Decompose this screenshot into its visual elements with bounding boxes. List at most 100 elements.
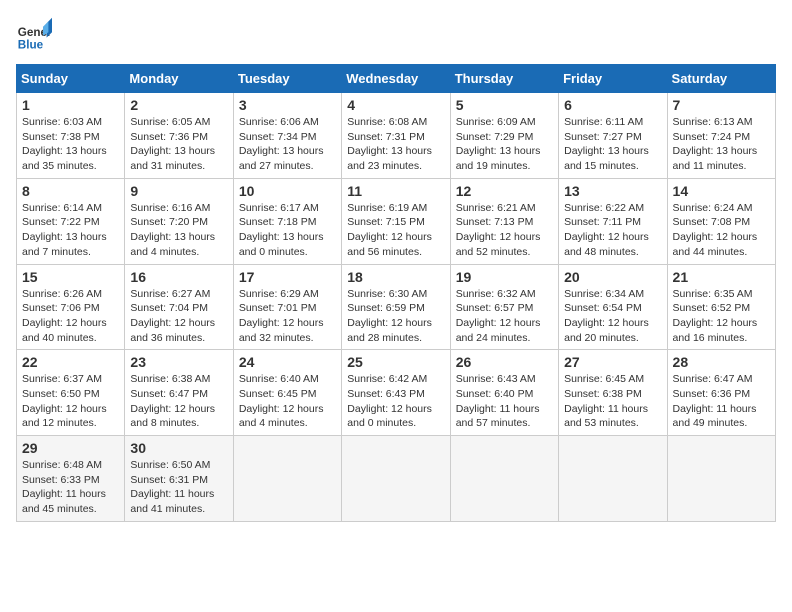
day-number: 18 bbox=[347, 269, 444, 285]
day-number: 5 bbox=[456, 97, 553, 113]
calendar-day-cell: 10 Sunrise: 6:17 AM Sunset: 7:18 PM Dayli… bbox=[233, 178, 341, 264]
day-number: 11 bbox=[347, 183, 444, 199]
calendar-day-cell: 30Sunrise: 6:50 AM Sunset: 6:31 PM Dayli… bbox=[125, 436, 233, 522]
logo: General Blue bbox=[16, 16, 52, 52]
day-info: Sunrise: 6:34 AM Sunset: 6:54 PM Dayligh… bbox=[564, 287, 661, 346]
page-header: General Blue bbox=[16, 16, 776, 52]
calendar-table: SundayMondayTuesdayWednesdayThursdayFrid… bbox=[16, 64, 776, 522]
day-number: 12 bbox=[456, 183, 553, 199]
day-info: Sunrise: 6:16 AM Sunset: 7:20 PM Dayligh… bbox=[130, 201, 227, 260]
calendar-day-cell: 9 Sunrise: 6:16 AM Sunset: 7:20 PM Daylig… bbox=[125, 178, 233, 264]
day-number: 24 bbox=[239, 354, 336, 370]
calendar-day-cell bbox=[667, 436, 775, 522]
calendar-day-cell: 20 Sunrise: 6:34 AM Sunset: 6:54 PM Dayli… bbox=[559, 264, 667, 350]
day-number: 14 bbox=[673, 183, 770, 199]
calendar-week-row: 29 Sunrise: 6:48 AM Sunset: 6:33 PM Dayli… bbox=[17, 436, 776, 522]
calendar-day-cell: 5 Sunrise: 6:09 AM Sunset: 7:29 PM Daylig… bbox=[450, 93, 558, 179]
day-info: Sunrise: 6:17 AM Sunset: 7:18 PM Dayligh… bbox=[239, 201, 336, 260]
calendar-day-cell: 24 Sunrise: 6:40 AM Sunset: 6:45 PM Dayli… bbox=[233, 350, 341, 436]
day-info: Sunrise: 6:32 AM Sunset: 6:57 PM Dayligh… bbox=[456, 287, 553, 346]
calendar-day-cell: 26 Sunrise: 6:43 AM Sunset: 6:40 PM Dayli… bbox=[450, 350, 558, 436]
calendar-day-cell: 3 Sunrise: 6:06 AM Sunset: 7:34 PM Daylig… bbox=[233, 93, 341, 179]
day-number: 29 bbox=[22, 440, 119, 456]
day-info: Sunrise: 6:09 AM Sunset: 7:29 PM Dayligh… bbox=[456, 115, 553, 174]
calendar-day-cell bbox=[233, 436, 341, 522]
day-info: Sunrise: 6:24 AM Sunset: 7:08 PM Dayligh… bbox=[673, 201, 770, 260]
calendar-day-cell bbox=[450, 436, 558, 522]
day-number: 30 bbox=[130, 440, 227, 456]
day-info: Sunrise: 6:29 AM Sunset: 7:01 PM Dayligh… bbox=[239, 287, 336, 346]
day-number: 2 bbox=[130, 97, 227, 113]
day-info: Sunrise: 6:38 AM Sunset: 6:47 PM Dayligh… bbox=[130, 372, 227, 431]
day-number: 26 bbox=[456, 354, 553, 370]
day-number: 21 bbox=[673, 269, 770, 285]
day-info: Sunrise: 6:14 AM Sunset: 7:22 PM Dayligh… bbox=[22, 201, 119, 260]
calendar-day-cell: 6 Sunrise: 6:11 AM Sunset: 7:27 PM Daylig… bbox=[559, 93, 667, 179]
day-info: Sunrise: 6:27 AM Sunset: 7:04 PM Dayligh… bbox=[130, 287, 227, 346]
day-number: 1 bbox=[22, 97, 119, 113]
calendar-day-cell bbox=[559, 436, 667, 522]
calendar-day-cell: 19 Sunrise: 6:32 AM Sunset: 6:57 PM Dayli… bbox=[450, 264, 558, 350]
calendar-day-cell: 27Sunrise: 6:45 AM Sunset: 6:38 PM Dayli… bbox=[559, 350, 667, 436]
calendar-day-cell: 17 Sunrise: 6:29 AM Sunset: 7:01 PM Dayli… bbox=[233, 264, 341, 350]
weekday-header-friday: Friday bbox=[559, 65, 667, 93]
weekday-header-tuesday: Tuesday bbox=[233, 65, 341, 93]
calendar-day-cell: 15Sunrise: 6:26 AM Sunset: 7:06 PM Dayli… bbox=[17, 264, 125, 350]
day-number: 16 bbox=[130, 269, 227, 285]
day-number: 13 bbox=[564, 183, 661, 199]
calendar-day-cell: 29 Sunrise: 6:48 AM Sunset: 6:33 PM Dayli… bbox=[17, 436, 125, 522]
day-number: 23 bbox=[130, 354, 227, 370]
weekday-header-saturday: Saturday bbox=[667, 65, 775, 93]
calendar-week-row: 1 Sunrise: 6:03 AM Sunset: 7:38 PM Daylig… bbox=[17, 93, 776, 179]
day-info: Sunrise: 6:06 AM Sunset: 7:34 PM Dayligh… bbox=[239, 115, 336, 174]
calendar-day-cell: 25 Sunrise: 6:42 AM Sunset: 6:43 PM Dayli… bbox=[342, 350, 450, 436]
day-info: Sunrise: 6:43 AM Sunset: 6:40 PM Dayligh… bbox=[456, 372, 553, 431]
day-info: Sunrise: 6:22 AM Sunset: 7:11 PM Dayligh… bbox=[564, 201, 661, 260]
calendar-day-cell: 14 Sunrise: 6:24 AM Sunset: 7:08 PM Dayli… bbox=[667, 178, 775, 264]
day-number: 28 bbox=[673, 354, 770, 370]
weekday-header-thursday: Thursday bbox=[450, 65, 558, 93]
day-info: Sunrise: 6:35 AM Sunset: 6:52 PM Dayligh… bbox=[673, 287, 770, 346]
day-info: Sunrise: 6:47 AM Sunset: 6:36 PM Dayligh… bbox=[673, 372, 770, 431]
day-number: 7 bbox=[673, 97, 770, 113]
day-number: 20 bbox=[564, 269, 661, 285]
day-number: 22 bbox=[22, 354, 119, 370]
day-info: Sunrise: 6:30 AM Sunset: 6:59 PM Dayligh… bbox=[347, 287, 444, 346]
day-number: 25 bbox=[347, 354, 444, 370]
day-info: Sunrise: 6:03 AM Sunset: 7:38 PM Dayligh… bbox=[22, 115, 119, 174]
weekday-header-sunday: Sunday bbox=[17, 65, 125, 93]
weekday-header-wednesday: Wednesday bbox=[342, 65, 450, 93]
calendar-day-cell: 1 Sunrise: 6:03 AM Sunset: 7:38 PM Daylig… bbox=[17, 93, 125, 179]
calendar-day-cell: 16 Sunrise: 6:27 AM Sunset: 7:04 PM Dayli… bbox=[125, 264, 233, 350]
day-number: 17 bbox=[239, 269, 336, 285]
day-number: 3 bbox=[239, 97, 336, 113]
day-number: 10 bbox=[239, 183, 336, 199]
calendar-day-cell: 23 Sunrise: 6:38 AM Sunset: 6:47 PM Dayli… bbox=[125, 350, 233, 436]
day-info: Sunrise: 6:19 AM Sunset: 7:15 PM Dayligh… bbox=[347, 201, 444, 260]
calendar-day-cell: 21 Sunrise: 6:35 AM Sunset: 6:52 PM Dayli… bbox=[667, 264, 775, 350]
day-number: 6 bbox=[564, 97, 661, 113]
calendar-day-cell: 7 Sunrise: 6:13 AM Sunset: 7:24 PM Daylig… bbox=[667, 93, 775, 179]
day-info: Sunrise: 6:40 AM Sunset: 6:45 PM Dayligh… bbox=[239, 372, 336, 431]
day-info: Sunrise: 6:26 AM Sunset: 7:06 PM Dayligh… bbox=[22, 287, 119, 346]
day-number: 9 bbox=[130, 183, 227, 199]
calendar-header-row: SundayMondayTuesdayWednesdayThursdayFrid… bbox=[17, 65, 776, 93]
day-info: Sunrise: 6:08 AM Sunset: 7:31 PM Dayligh… bbox=[347, 115, 444, 174]
calendar-body: 1 Sunrise: 6:03 AM Sunset: 7:38 PM Daylig… bbox=[17, 93, 776, 522]
calendar-day-cell: 12 Sunrise: 6:21 AM Sunset: 7:13 PM Dayli… bbox=[450, 178, 558, 264]
calendar-day-cell: 13 Sunrise: 6:22 AM Sunset: 7:11 PM Dayli… bbox=[559, 178, 667, 264]
weekday-header-monday: Monday bbox=[125, 65, 233, 93]
calendar-day-cell: 18 Sunrise: 6:30 AM Sunset: 6:59 PM Dayli… bbox=[342, 264, 450, 350]
day-info: Sunrise: 6:42 AM Sunset: 6:43 PM Dayligh… bbox=[347, 372, 444, 431]
day-info: Sunrise: 6:48 AM Sunset: 6:33 PM Dayligh… bbox=[22, 458, 119, 517]
calendar-week-row: 15Sunrise: 6:26 AM Sunset: 7:06 PM Dayli… bbox=[17, 264, 776, 350]
calendar-day-cell: 28 Sunrise: 6:47 AM Sunset: 6:36 PM Dayli… bbox=[667, 350, 775, 436]
day-info: Sunrise: 6:21 AM Sunset: 7:13 PM Dayligh… bbox=[456, 201, 553, 260]
day-info: Sunrise: 6:05 AM Sunset: 7:36 PM Dayligh… bbox=[130, 115, 227, 174]
day-number: 19 bbox=[456, 269, 553, 285]
day-info: Sunrise: 6:13 AM Sunset: 7:24 PM Dayligh… bbox=[673, 115, 770, 174]
day-info: Sunrise: 6:11 AM Sunset: 7:27 PM Dayligh… bbox=[564, 115, 661, 174]
calendar-week-row: 8Sunrise: 6:14 AM Sunset: 7:22 PM Daylig… bbox=[17, 178, 776, 264]
calendar-day-cell: 22Sunrise: 6:37 AM Sunset: 6:50 PM Dayli… bbox=[17, 350, 125, 436]
calendar-day-cell: 2 Sunrise: 6:05 AM Sunset: 7:36 PM Daylig… bbox=[125, 93, 233, 179]
